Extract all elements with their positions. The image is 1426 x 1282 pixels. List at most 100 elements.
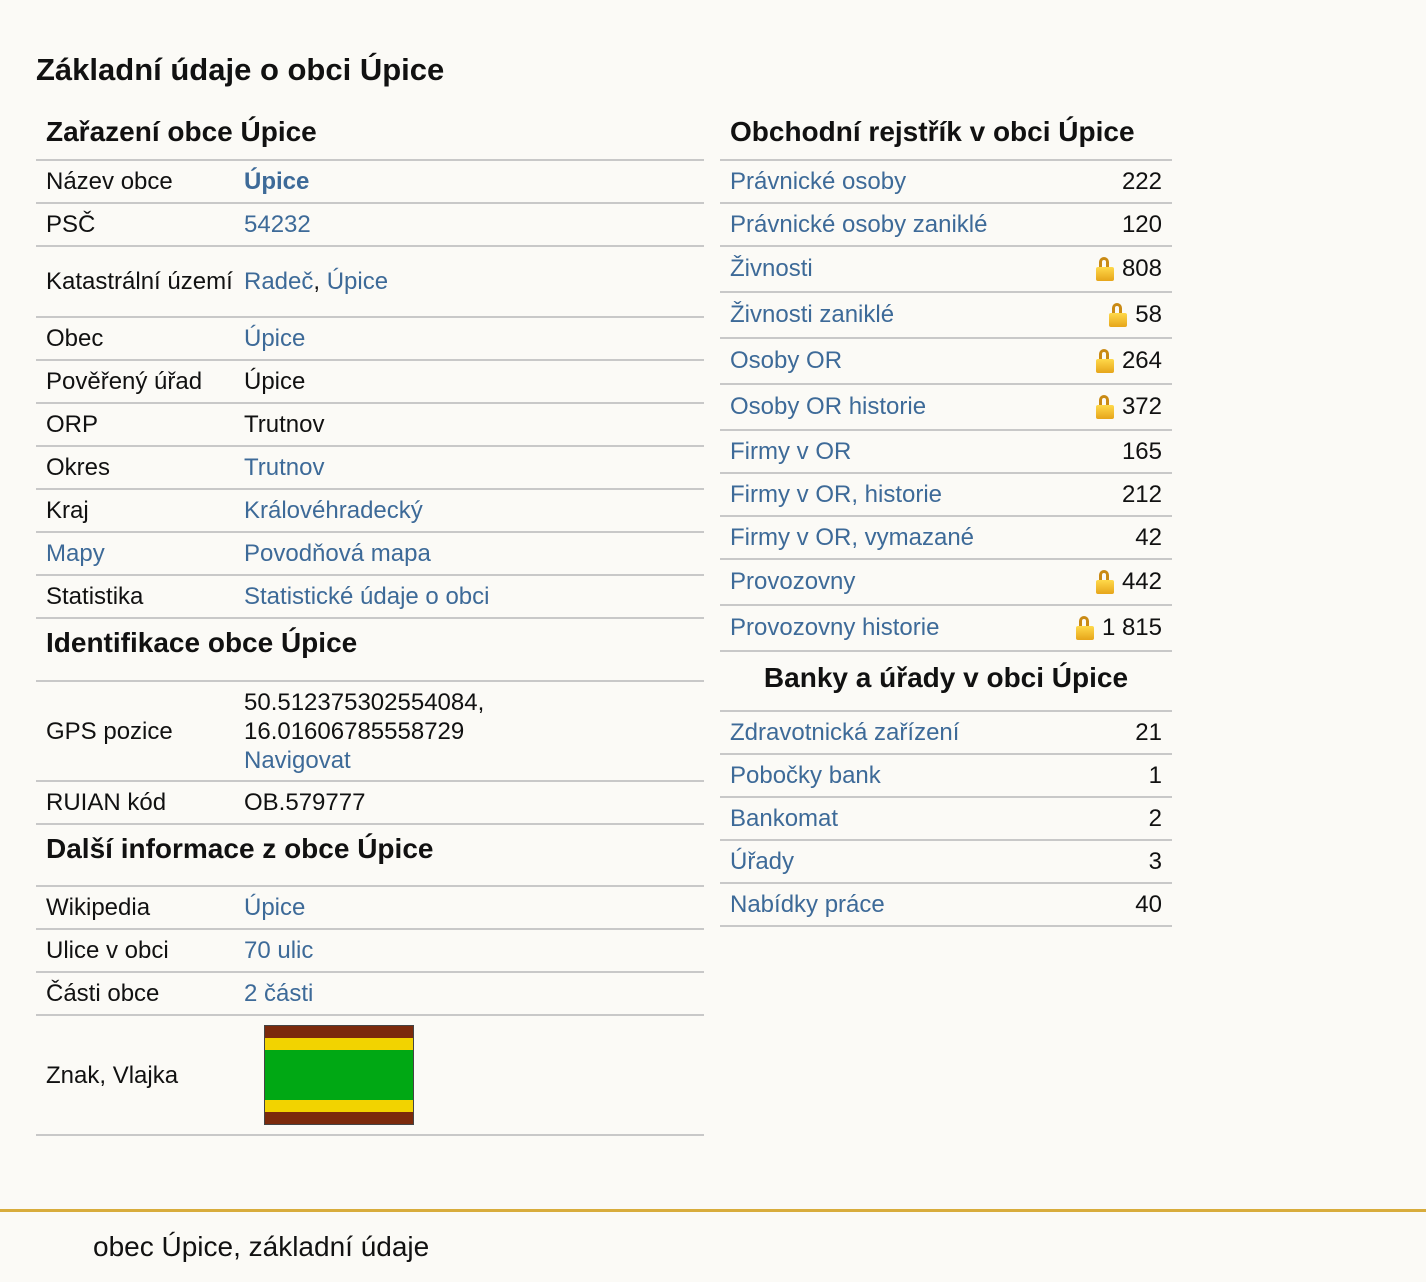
- row-obec: Obec Úpice: [36, 318, 704, 361]
- count: 3: [1148, 847, 1162, 875]
- row-value: OB.579777: [244, 789, 366, 816]
- row-nabidky-prace: Nabídky práce 40: [720, 884, 1172, 927]
- count: 42: [1135, 523, 1162, 551]
- row-key: Wikipedia: [46, 894, 151, 921]
- row-value: Trutnov: [244, 411, 325, 438]
- row-key: Kraj: [46, 497, 89, 524]
- row-key: Statistika: [46, 583, 144, 610]
- link-wikipedia[interactable]: Úpice: [244, 894, 305, 921]
- link-psc[interactable]: 54232: [244, 211, 311, 238]
- gps-lon: 16.01606785558729: [244, 717, 465, 745]
- row-ulice: Ulice v obci 70 ulic: [36, 930, 704, 973]
- right-column: Obchodní rejstřík v obci Úpice Právnické…: [720, 110, 1172, 927]
- flag-stripe-brown-top: [265, 1026, 413, 1038]
- row-zivnosti: Živnosti 808: [720, 247, 1172, 293]
- count: 165: [1121, 437, 1162, 465]
- count: 21: [1135, 718, 1162, 746]
- row-nazev-obce: Název obce Úpice: [36, 161, 704, 204]
- link-zivnosti[interactable]: Živnosti: [730, 255, 813, 283]
- link-obec[interactable]: Úpice: [244, 325, 305, 352]
- left-column: Zařazení obce Úpice Název obce Úpice PSČ…: [36, 110, 704, 1136]
- page-title: Základní údaje o obci Úpice: [36, 52, 445, 87]
- count: 40: [1135, 890, 1162, 918]
- footer-divider: [0, 1209, 1426, 1212]
- link-radec[interactable]: Radeč: [244, 268, 313, 295]
- row-osoby-or-historie: Osoby OR historie 372: [720, 385, 1172, 431]
- link-okres[interactable]: Trutnov: [244, 454, 324, 481]
- count: 442: [1121, 568, 1162, 595]
- section-title-dalsi: Další informace z obce Úpice: [36, 825, 704, 887]
- row-zdravotnicka-zarizeni: Zdravotnická zařízení 21: [720, 712, 1172, 755]
- row-gps: GPS pozice 50.512375302554084, 16.016067…: [36, 682, 704, 782]
- row-pravnicke-osoby-zanikle: Právnické osoby zaniklé 120: [720, 204, 1172, 247]
- row-key: Katastrální území: [46, 268, 233, 295]
- link-firmy-v-or[interactable]: Firmy v OR: [730, 438, 851, 466]
- link-pobocky-bank[interactable]: Pobočky bank: [730, 762, 881, 790]
- row-osoby-or: Osoby OR 264: [720, 339, 1172, 385]
- municipal-flag-image[interactable]: [264, 1025, 414, 1125]
- count: 372: [1121, 393, 1162, 420]
- link-osoby-or-historie[interactable]: Osoby OR historie: [730, 393, 926, 421]
- section-title-rejstrik: Obchodní rejstřík v obci Úpice: [720, 110, 1172, 161]
- link-pravnicke-osoby[interactable]: Právnické osoby: [730, 168, 906, 196]
- link-provozovny-historie[interactable]: Provozovny historie: [730, 614, 939, 642]
- row-statistika: Statistika Statistické údaje o obci: [36, 576, 704, 619]
- link-urady[interactable]: Úřady: [730, 848, 794, 876]
- row-key: Pověřený úřad: [46, 368, 203, 395]
- link-mapy[interactable]: Mapy: [46, 540, 105, 567]
- row-key: RUIAN kód: [46, 789, 167, 816]
- link-ulice[interactable]: 70 ulic: [244, 937, 313, 964]
- separator: ,: [313, 268, 327, 295]
- link-statisticke-udaje[interactable]: Statistické údaje o obci: [244, 583, 489, 610]
- row-pobocky-bank: Pobočky bank 1: [720, 755, 1172, 798]
- row-ruian: RUIAN kód OB.579777: [36, 782, 704, 825]
- link-zivnosti-zanikle[interactable]: Živnosti zaniklé: [730, 301, 894, 329]
- count: 264: [1121, 347, 1162, 374]
- link-nabidky-prace[interactable]: Nabídky práce: [730, 891, 885, 919]
- count: 2: [1148, 804, 1162, 832]
- row-povereny-urad: Pověřený úřad Úpice: [36, 361, 704, 404]
- link-firmy-v-or-historie[interactable]: Firmy v OR, historie: [730, 481, 942, 509]
- row-casti: Části obce 2 části: [36, 973, 704, 1016]
- row-kraj: Kraj Královéhradecký: [36, 490, 704, 533]
- row-znak-vlajka: Znak, Vlajka: [36, 1016, 704, 1136]
- link-casti[interactable]: 2 části: [244, 980, 313, 1007]
- row-mapy: Mapy Povodňová mapa: [36, 533, 704, 576]
- link-firmy-v-or-vymazane[interactable]: Firmy v OR, vymazané: [730, 524, 974, 552]
- count: 120: [1121, 210, 1162, 238]
- row-value: Úpice: [244, 368, 306, 395]
- row-firmy-v-or-historie: Firmy v OR, historie 212: [720, 474, 1172, 517]
- link-kraj[interactable]: Královéhradecký: [244, 497, 423, 524]
- row-urady: Úřady 3: [720, 841, 1172, 884]
- row-key: Obec: [46, 325, 104, 352]
- navigate-link[interactable]: Navigovat: [244, 747, 351, 774]
- row-firmy-v-or-vymazane: Firmy v OR, vymazané 42: [720, 517, 1172, 560]
- link-bankomat[interactable]: Bankomat: [730, 805, 838, 833]
- link-osoby-or[interactable]: Osoby OR: [730, 347, 842, 375]
- lock-icon: [1095, 570, 1116, 594]
- count: 212: [1121, 480, 1162, 508]
- section-title-identifikace: Identifikace obce Úpice: [36, 619, 704, 682]
- row-key: Ulice v obci: [46, 937, 169, 964]
- lock-icon: [1095, 349, 1116, 373]
- row-key: Znak, Vlajka: [46, 1061, 179, 1089]
- link-pravnicke-osoby-zanikle[interactable]: Právnické osoby zaniklé: [730, 211, 987, 239]
- link-upice-katastr[interactable]: Úpice: [327, 268, 388, 295]
- lock-icon: [1095, 395, 1116, 419]
- row-key: Název obce: [46, 168, 173, 195]
- gps-lat: 50.512375302554084,: [244, 688, 485, 716]
- flag-stripe-brown-bottom: [265, 1112, 413, 1124]
- link-nazev-obce[interactable]: Úpice: [244, 168, 309, 195]
- count: 1 815: [1101, 614, 1162, 641]
- row-orp: ORP Trutnov: [36, 404, 704, 447]
- link-zdravotnicka-zarizeni[interactable]: Zdravotnická zařízení: [730, 719, 959, 747]
- link-povodnova-mapa[interactable]: Povodňová mapa: [244, 540, 431, 567]
- link-provozovny[interactable]: Provozovny: [730, 568, 855, 596]
- row-psc: PSČ 54232: [36, 204, 704, 247]
- count: 222: [1121, 167, 1162, 195]
- row-firmy-v-or: Firmy v OR 165: [720, 431, 1172, 474]
- row-provozovny: Provozovny 442: [720, 560, 1172, 606]
- row-katastralni-uzemi: Katastrální území Radeč, Úpice: [36, 247, 704, 318]
- section-title-banky: Banky a úřady v obci Úpice: [720, 652, 1172, 712]
- lock-icon: [1075, 616, 1096, 640]
